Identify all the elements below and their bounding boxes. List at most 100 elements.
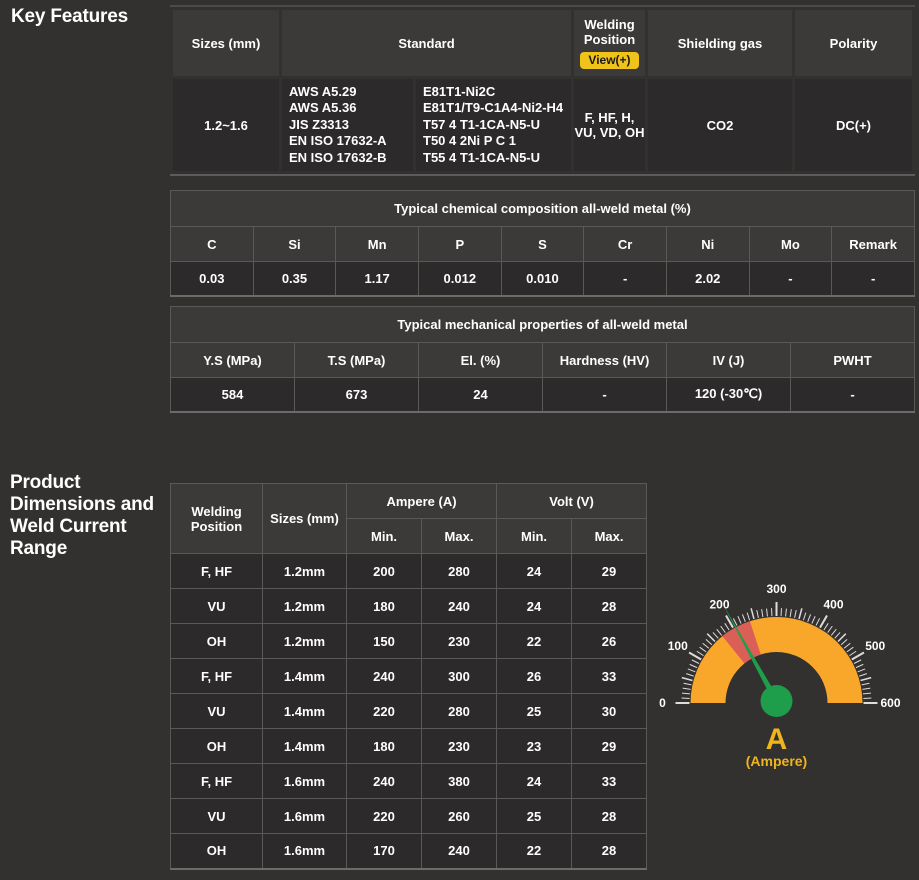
col-header-ampere: Ampere (A)	[345, 483, 498, 519]
gauge-tick	[794, 609, 797, 619]
gauge-tick	[823, 623, 829, 631]
standard-class: T55 4 T1-1CA-N5-U	[423, 149, 541, 165]
chem-col-header: S	[500, 226, 585, 262]
cell-size: 1.2mm	[262, 553, 347, 589]
gauge-tick-label: 500	[865, 639, 885, 653]
cell-standard-specs: AWS A5.29 AWS A5.36 JIS Z3313 EN ISO 176…	[282, 79, 413, 171]
standard-class: E81T1/T9-C1A4-Ni2-H4	[423, 100, 564, 116]
gauge-tick	[750, 608, 755, 620]
col-header-sizes: Sizes (mm)	[173, 10, 279, 76]
gauge-tick	[681, 692, 691, 695]
cell-volt-max: 28	[571, 588, 648, 624]
gauge-tick	[860, 676, 872, 682]
chem-title-row: Typical chemical composition all-weld me…	[170, 190, 915, 227]
cell-volt-min: 22	[496, 623, 573, 659]
chem-col-header: Si	[252, 226, 337, 262]
gauge-tick	[688, 651, 702, 661]
col-header-ampere-max: Max.	[420, 518, 498, 554]
cell-sizes: 1.2~1.6	[173, 79, 279, 171]
gauge-tick	[702, 642, 710, 649]
cell-volt-max: 28	[571, 833, 648, 869]
key-features-data-row: 1.2~1.6 AWS A5.29 AWS A5.36 JIS Z3313 EN…	[173, 79, 912, 171]
cell-position: OH	[170, 623, 263, 659]
mech-value: 24	[418, 377, 543, 412]
standard-spec: EN ISO 17632-A	[289, 133, 387, 149]
gauge-hub	[760, 685, 793, 717]
cell-ampere-max: 230	[420, 728, 498, 764]
gauge-tick	[756, 609, 759, 619]
chem-value: 0.03	[170, 261, 254, 296]
mech-title-row: Typical mechanical properties of all-wel…	[170, 306, 915, 343]
mech-value: -	[542, 377, 667, 412]
gauge-tick	[720, 625, 726, 633]
gauge-tick	[807, 614, 812, 622]
cell-volt-min: 23	[496, 728, 573, 764]
cell-ampere-min: 200	[346, 553, 422, 589]
gauge-unit-label: (Ampere)	[746, 753, 807, 769]
col-header-volt: Volt (V)	[496, 483, 648, 519]
gauge-tick	[746, 612, 751, 621]
gauge-tick	[685, 673, 694, 677]
mech-col-header: Y.S (MPa)	[170, 342, 295, 378]
mech-col-header: El. (%)	[418, 342, 543, 378]
key-features-header-row: Sizes (mm) Standard Welding Position Vie…	[173, 10, 912, 76]
chem-value: 1.17	[335, 261, 419, 296]
cell-volt-min: 24	[496, 588, 573, 624]
col-header-welding-position: Welding Position View(+)	[574, 10, 645, 76]
gauge-tick-label: 300	[766, 582, 786, 596]
gauge-tick	[811, 616, 816, 624]
cell-ampere-max: 280	[420, 693, 498, 729]
mech-value: 584	[170, 377, 295, 412]
mech-header-row: Y.S (MPa) T.S (MPa) El. (%) Hardness (HV…	[170, 342, 915, 378]
cell-position: VU	[170, 693, 263, 729]
chem-value: -	[831, 261, 915, 296]
col-header-standard: Standard	[282, 10, 571, 76]
gauge-tick	[716, 628, 723, 636]
gauge-tick	[834, 632, 841, 639]
cell-ampere-max: 260	[420, 798, 498, 834]
weld-current-range-table: Welding Position Sizes (mm) Ampere (A) V…	[170, 483, 648, 870]
cell-size: 1.4mm	[262, 728, 347, 764]
standard-class: T50 4 2Ni P C 1	[423, 133, 516, 149]
gauge-tick	[712, 632, 719, 639]
gauge-tick	[853, 659, 862, 664]
mech-col-header: T.S (MPa)	[294, 342, 419, 378]
table-row: OH 1.6mm 170 240 22 28	[170, 833, 648, 869]
cell-position: OH	[170, 728, 263, 764]
cell-position: F, HF	[170, 553, 263, 589]
cell-size: 1.6mm	[262, 763, 347, 799]
mech-value-row: 584 673 24 - 120 (-30℃) -	[170, 377, 915, 412]
cell-volt-max: 29	[571, 553, 648, 589]
col-header-sizes: Sizes (mm)	[262, 483, 347, 554]
mech-table-title: Typical mechanical properties of all-wel…	[170, 306, 915, 343]
table-row: OH 1.2mm 150 230 22 26	[170, 623, 648, 659]
cell-volt-min: 22	[496, 833, 573, 869]
chem-col-header: Mo	[748, 226, 833, 262]
gauge-tick-label: 200	[709, 597, 729, 611]
chem-value: 2.02	[665, 261, 750, 296]
welding-position-label: Welding Position	[583, 17, 636, 47]
chem-col-header: Mn	[335, 226, 419, 262]
table-row: F, HF 1.4mm 240 300 26 33	[170, 658, 648, 694]
cell-size: 1.6mm	[262, 833, 347, 869]
table-row: F, HF 1.2mm 200 280 24 29	[170, 553, 648, 589]
table-row: OH 1.4mm 180 230 23 29	[170, 728, 648, 764]
gauge-tick	[819, 615, 828, 629]
product-spec-page: Key Features Sizes (mm) Standard Welding…	[0, 0, 919, 880]
gauge-tick	[689, 663, 698, 669]
view-positions-button[interactable]: View(+)	[580, 52, 639, 69]
gauge-tick	[862, 692, 872, 695]
gauge-tick	[802, 612, 807, 621]
table-row: F, HF 1.6mm 240 380 24 33	[170, 763, 648, 799]
chem-value: -	[583, 261, 667, 296]
chem-col-header: Remark	[831, 226, 915, 262]
mechanical-properties-table: Typical mechanical properties of all-wel…	[170, 306, 915, 413]
gauge-tick	[840, 639, 848, 646]
gauge-tick	[859, 673, 868, 677]
gauge-tick	[683, 682, 692, 686]
cell-ampere-max: 300	[420, 658, 498, 694]
gauge-tick	[696, 650, 704, 657]
standard-spec: JIS Z3313	[289, 116, 349, 132]
cell-ampere-max: 230	[420, 623, 498, 659]
gauge-tick	[699, 646, 707, 653]
